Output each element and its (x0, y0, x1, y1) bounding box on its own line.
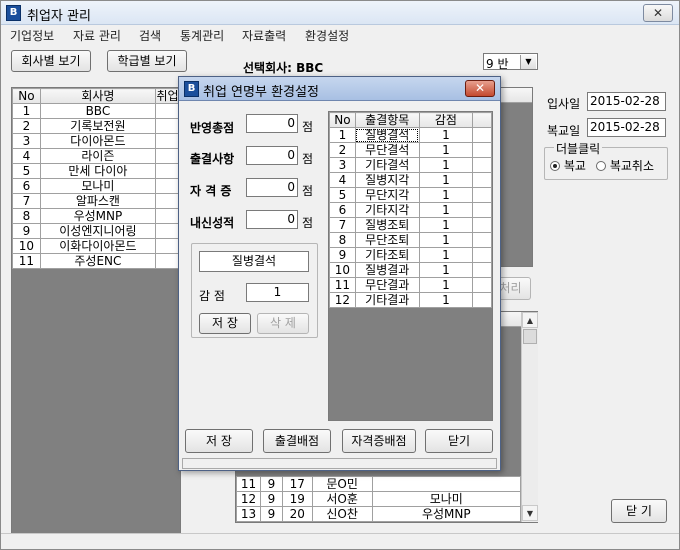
table-row[interactable]: 9 기타조퇴 1 (329, 247, 492, 263)
scroll-thumb[interactable] (523, 329, 537, 344)
field-label-cert: 자 격 증 (190, 184, 232, 198)
deduct-label: 감 점 (199, 289, 225, 303)
radio-cancel-button[interactable] (596, 161, 606, 171)
table-row[interactable]: 7 알파스캔 (12, 193, 180, 209)
scroll-down-icon[interactable]: ▼ (522, 505, 538, 521)
return-date-input[interactable]: 2015-02-28 (587, 118, 666, 137)
grid-col-deduct: 감점 (418, 112, 474, 128)
radio-cancel[interactable]: 복교취소 (596, 157, 654, 174)
company-col-no: No (12, 88, 41, 104)
table-row[interactable]: 11 주성ENC (12, 253, 180, 269)
table-row[interactable]: 11 무단결과 1 (329, 277, 492, 293)
company-col-name: 회사명 (39, 88, 157, 104)
menu-search[interactable]: 검색 (139, 27, 161, 44)
class-select-value: 9 반 (486, 57, 509, 71)
join-date-input[interactable]: 2015-02-28 (587, 92, 666, 111)
radio-return[interactable]: 복교 (550, 157, 586, 174)
dialog-logo-icon: B (184, 81, 199, 97)
return-date-label: 복교일 (547, 124, 581, 138)
unit-label: 점 (302, 120, 314, 134)
table-row[interactable]: 3 다이아몬드 (12, 133, 180, 149)
window-titlebar: B 취업자 관리 ✕ (1, 1, 679, 25)
dialog-close-button[interactable]: 닫기 (425, 429, 493, 453)
table-row[interactable]: 5 무단지각 1 (329, 187, 492, 203)
field-label-total: 반영총점 (190, 121, 235, 135)
item-name-input[interactable]: 질병결석 (199, 251, 309, 272)
class-select[interactable]: 9 반 ▼ (483, 53, 538, 71)
table-row[interactable]: 10 질병결과 1 (329, 262, 492, 278)
radio-return-button[interactable] (550, 161, 560, 171)
unit-label: 점 (302, 184, 314, 198)
item-delete-button[interactable]: 삭 제 (257, 313, 309, 334)
table-row[interactable]: 2 무단결석 1 (329, 142, 492, 158)
menu-company-info[interactable]: 기업정보 (10, 27, 54, 44)
company-grid[interactable]: No 회사명 취업 1 BBC 2 기록보전원 3 다이아몬드 4 라이즌 5 만세 다이… (11, 87, 181, 539)
settings-dialog: B 취업 연명부 환경설정 ✕ 반영총점 0 점 출결사항 0 점 자 격 증 … (178, 76, 501, 471)
table-row[interactable]: 12 기타결과 1 (329, 292, 492, 308)
student-grid-scrollbar[interactable]: ▲ ▼ (521, 312, 538, 522)
table-row[interactable]: 9 이성엔지니어링 (12, 223, 180, 239)
table-row[interactable]: 11 9 17 문O민 (236, 476, 522, 492)
main-close-button[interactable]: 닫 기 (611, 499, 667, 523)
field-label-grades: 내신성적 (190, 216, 235, 230)
menu-data-output[interactable]: 자료출력 (242, 27, 286, 44)
table-row[interactable]: 7 질병조퇴 1 (329, 217, 492, 233)
dialog-status-bar (182, 458, 497, 469)
attendance-item-grid[interactable]: No 출결항목 감점 1 질병결석 1 2 무단결석 1 3 기타결석 1 4 질병지각 1 5… (328, 111, 493, 421)
unit-label: 점 (302, 152, 314, 166)
attendance-points-button[interactable]: 출결배점 (263, 429, 331, 453)
cert-score-input[interactable]: 0 (246, 178, 298, 197)
field-label-attendance: 출결사항 (190, 152, 235, 166)
view-by-company-button[interactable]: 회사별 보기 (11, 50, 91, 72)
chevron-down-icon[interactable]: ▼ (520, 55, 536, 69)
table-row[interactable]: 5 만세 다이아 (12, 163, 180, 179)
table-row[interactable]: 6 모나미 (12, 178, 180, 194)
table-row[interactable]: 10 이화다이아몬드 (12, 238, 180, 254)
total-score-input[interactable]: 0 (246, 114, 298, 133)
table-row[interactable]: 1 BBC (12, 103, 180, 119)
company-col-employed: 취업 (155, 88, 180, 104)
menu-settings[interactable]: 환경설정 (305, 27, 349, 44)
scroll-up-icon[interactable]: ▲ (522, 312, 538, 328)
dialog-titlebar: B 취업 연명부 환경설정 ✕ (179, 77, 500, 101)
table-row[interactable]: 13 9 20 신O찬 우성MNP (236, 506, 522, 522)
menu-data-management[interactable]: 자료 관리 (73, 27, 121, 44)
window-close-button[interactable]: ✕ (643, 4, 673, 22)
table-row[interactable]: 2 기록보전원 (12, 118, 180, 134)
table-row[interactable]: 1 질병결석 1 (329, 127, 492, 143)
join-date-label: 입사일 (547, 97, 581, 111)
main-status-bar (1, 533, 679, 549)
window-title: 취업자 관리 (27, 9, 91, 24)
table-row[interactable]: 4 질병지각 1 (329, 172, 492, 188)
cert-points-button[interactable]: 자격증배점 (342, 429, 416, 453)
unit-label: 점 (302, 216, 314, 230)
item-save-button[interactable]: 저 장 (199, 313, 251, 334)
attendance-score-input[interactable]: 0 (246, 146, 298, 165)
grid-col-no: No (329, 112, 356, 128)
menu-statistics[interactable]: 통계관리 (180, 27, 224, 44)
table-row[interactable]: 3 기타결석 1 (329, 157, 492, 173)
dialog-title: 취업 연명부 환경설정 (203, 85, 319, 100)
deduct-input[interactable]: 1 (246, 283, 309, 302)
table-row[interactable]: 8 우성MNP (12, 208, 180, 224)
doubleclick-group-label: 더블클릭 (554, 140, 603, 157)
selected-company-label: 선택회사: BBC (243, 61, 324, 75)
app-logo-icon: B (6, 5, 21, 21)
table-row[interactable]: 4 라이즌 (12, 148, 180, 164)
grid-col-item: 출결항목 (354, 112, 420, 128)
table-row[interactable]: 6 기타지각 1 (329, 202, 492, 218)
dialog-save-button[interactable]: 저 장 (185, 429, 253, 453)
table-row[interactable]: 12 9 19 서O훈 모나미 (236, 491, 522, 507)
table-row[interactable]: 8 무단조퇴 1 (329, 232, 492, 248)
grades-score-input[interactable]: 0 (246, 210, 298, 229)
menu-bar: 기업정보 자료 관리 검색 통계관리 자료출력 환경설정 (1, 25, 679, 45)
dialog-close-icon[interactable]: ✕ (465, 80, 495, 97)
view-by-class-button[interactable]: 학급별 보기 (107, 50, 187, 72)
